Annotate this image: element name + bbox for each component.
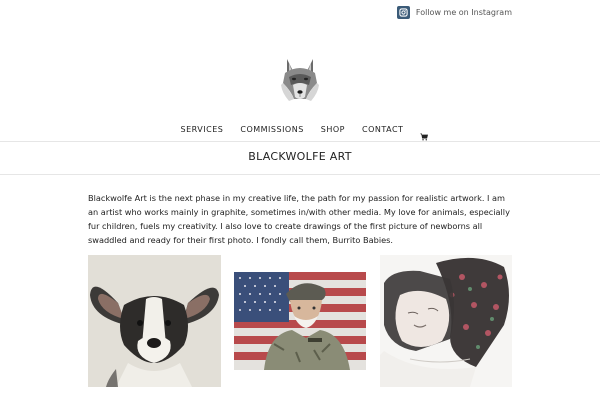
divider xyxy=(0,141,600,142)
swaddled-baby-drawing[interactable] xyxy=(380,255,512,387)
nav-item-services[interactable]: SERVICES xyxy=(181,125,224,134)
gallery xyxy=(88,255,512,395)
soldier-flag-drawing[interactable] xyxy=(234,272,366,370)
wolf-logo[interactable] xyxy=(279,57,321,103)
intro-paragraph: Blackwolfe Art is the next phase in my c… xyxy=(88,193,510,245)
dog-drawing[interactable] xyxy=(88,255,221,387)
main-nav: SERVICES COMMISSIONS SHOP CONTACT xyxy=(0,125,600,141)
cart-icon[interactable] xyxy=(420,126,428,141)
page-title: BLACKWOLFE ART xyxy=(248,150,352,163)
nav-item-commissions[interactable]: COMMISSIONS xyxy=(240,125,303,134)
nav-item-contact[interactable]: CONTACT xyxy=(362,125,403,134)
nav-item-shop[interactable]: SHOP xyxy=(321,125,345,134)
instagram-icon xyxy=(396,6,410,19)
divider xyxy=(0,174,600,175)
instagram-label[interactable]: Follow me on Instagram xyxy=(416,8,512,17)
instagram-link[interactable]: Follow me on Instagram xyxy=(396,5,512,20)
